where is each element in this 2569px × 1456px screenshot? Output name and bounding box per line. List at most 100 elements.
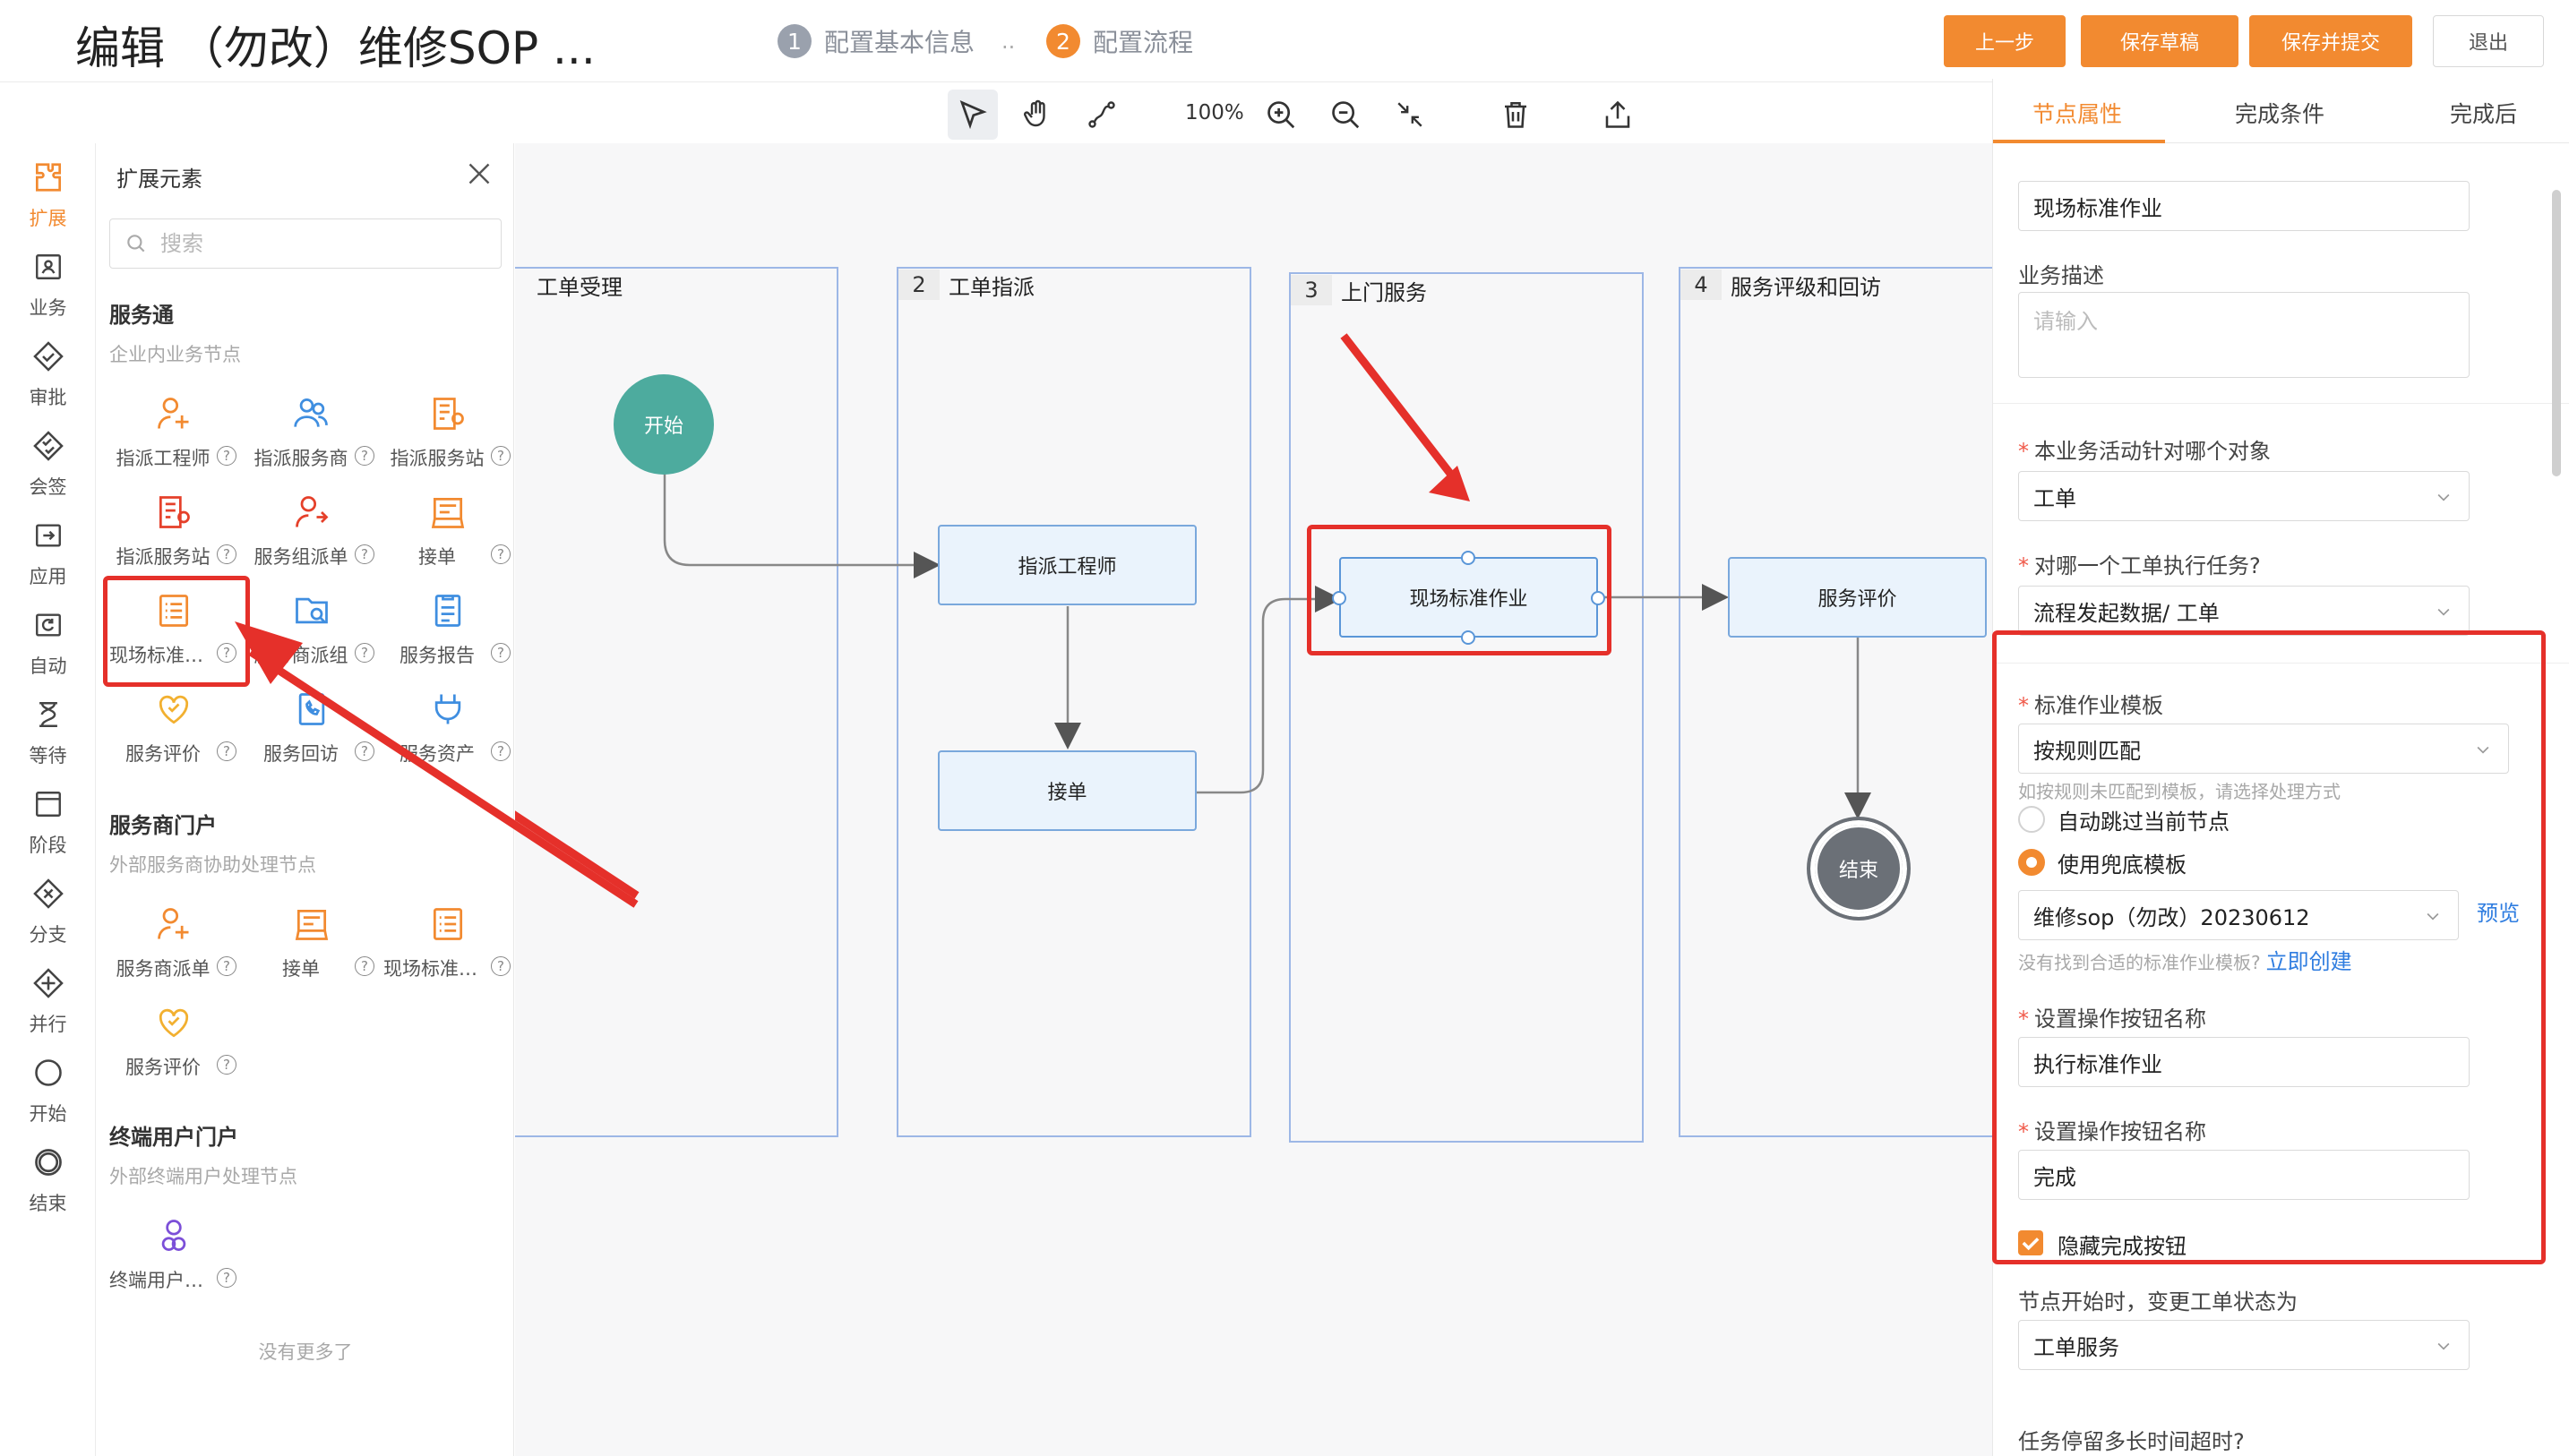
tab-after-completion[interactable]: 完成后	[2450, 97, 2517, 129]
rail-label: 开始	[29, 1103, 67, 1125]
help-icon[interactable]: ?	[217, 956, 236, 976]
rail-label: 阶段	[29, 835, 67, 856]
search-icon	[127, 235, 145, 253]
save-draft-button[interactable]: 保存草稿	[2081, 15, 2238, 67]
fit-screen-button[interactable]	[1385, 90, 1435, 140]
rail-label: 结束	[29, 1193, 67, 1214]
chevron-down-icon	[2437, 608, 2450, 616]
rail-item-app[interactable]: 应用	[0, 512, 96, 593]
element-item[interactable]: 服务商派单 ?	[109, 901, 244, 990]
help-icon[interactable]: ?	[491, 446, 511, 466]
rail-item-approval[interactable]: 审批	[0, 333, 96, 414]
help-icon[interactable]: ?	[355, 446, 374, 466]
delete-button[interactable]	[1491, 90, 1541, 140]
prev-step-button[interactable]: 上一步	[1944, 15, 2066, 67]
step-1[interactable]: 1 配置基本信息	[778, 23, 975, 59]
rail-label: 扩展	[29, 208, 67, 229]
help-icon[interactable]: ?	[355, 956, 374, 976]
help-icon[interactable]: ?	[355, 544, 374, 564]
select-tool[interactable]	[948, 90, 998, 140]
provider-assign-icon	[294, 398, 328, 427]
rail-item-parallel[interactable]: 并行	[0, 960, 96, 1041]
element-label: 服务组派单	[253, 546, 348, 568]
node-name-input[interactable]: 现场标准作业	[2018, 181, 2470, 231]
flow-canvas[interactable]: 工单受理 2 工单指派 3 上门服务 4 服务评级和回访 开始 指派工程师 接单 现场…	[515, 143, 1992, 1456]
step-2-label: 配置流程	[1093, 28, 1194, 57]
desc-textarea[interactable]: 请输入	[2018, 292, 2470, 378]
rail-item-stage[interactable]: 阶段	[0, 781, 96, 861]
station-assign-icon	[159, 496, 190, 528]
hand-icon	[1024, 99, 1045, 127]
rail-item-end[interactable]: 结束	[0, 1139, 96, 1220]
connector-icon	[1088, 101, 1115, 128]
exit-button[interactable]: 退出	[2433, 15, 2544, 67]
evaluation-icon	[159, 1008, 189, 1038]
divider	[1993, 403, 2569, 404]
element-item[interactable]: 接单 ?	[383, 489, 518, 578]
element-item[interactable]: 接单 ?	[247, 901, 382, 990]
rail-item-auto[interactable]: 自动	[0, 602, 96, 682]
which-select[interactable]: 流程发起数据/ 工单	[2018, 586, 2470, 636]
element-item[interactable]: 服务评价 ?	[109, 999, 244, 1089]
element-item[interactable]: 指派服务商 ?	[247, 390, 382, 480]
save-submit-button[interactable]: 保存并提交	[2249, 15, 2412, 67]
rail-item-extend[interactable]: 扩展	[0, 154, 96, 235]
which-label-text: 对哪一个工单执行任务?	[2034, 553, 2261, 578]
element-label: 现场标准作业	[383, 958, 491, 980]
active-tab-indicator	[1993, 140, 2165, 143]
element-item[interactable]: 现场标准作业 ?	[383, 901, 518, 990]
help-icon[interactable]: ?	[217, 544, 236, 564]
zoom-out-icon	[1332, 101, 1360, 129]
element-item[interactable]: 指派工程师 ?	[109, 390, 244, 480]
rail-item-start[interactable]: 开始	[0, 1049, 96, 1130]
zoom-in-button[interactable]	[1256, 90, 1306, 140]
header-bar: 编辑 （勿改）维修SOP ... 1 配置基本信息 .. 2 配置流程 上一步 …	[0, 0, 2569, 82]
annotation-arrows	[515, 333, 1470, 899]
rail-label: 业务	[29, 297, 67, 319]
section-subtitle: 外部终端用户处理节点	[109, 1166, 297, 1187]
shrink-icon	[1397, 102, 1422, 127]
help-icon[interactable]: ?	[217, 446, 236, 466]
element-label: 服务评价	[125, 743, 201, 765]
hand-tool[interactable]	[1012, 90, 1062, 140]
connector-tool[interactable]	[1077, 90, 1127, 140]
element-label: 服务商派单	[116, 958, 211, 980]
help-icon[interactable]: ?	[491, 956, 511, 976]
element-item[interactable]: 指派服务站 ?	[383, 390, 518, 480]
status-select[interactable]: 工单服务	[2018, 1320, 2470, 1370]
element-item[interactable]: 终端用户评价 ?	[109, 1212, 244, 1302]
rail-item-business[interactable]: 业务	[0, 244, 96, 324]
element-label: 终端用户评价	[109, 1270, 217, 1291]
red-arrow-shaft	[248, 648, 639, 908]
step-2[interactable]: 2 配置流程	[1046, 23, 1193, 59]
step-1-number: 1	[778, 24, 812, 58]
rail-item-branch[interactable]: 分支	[0, 870, 96, 951]
rail-item-countersign[interactable]: 会签	[0, 423, 96, 503]
tab-completion-condition[interactable]: 完成条件	[2235, 97, 2324, 129]
rail-label: 自动	[29, 655, 67, 677]
zoom-out-button[interactable]	[1320, 90, 1370, 140]
no-more-text: 没有更多了	[258, 1341, 353, 1363]
target-select[interactable]: 工单	[2018, 471, 2470, 521]
auto-icon	[30, 607, 66, 643]
help-icon[interactable]: ?	[217, 1055, 236, 1075]
page-title: 编辑 （勿改）维修SOP ...	[75, 22, 596, 74]
search-input[interactable]	[160, 228, 483, 259]
rail-item-wait[interactable]: 等待	[0, 691, 96, 772]
section-title: 服务商门户	[109, 813, 217, 838]
business-icon	[30, 249, 66, 285]
scrollbar-thumb[interactable]	[2552, 190, 2561, 476]
close-panel-button[interactable]	[463, 158, 495, 190]
stage-icon	[30, 786, 66, 822]
zoom-level: 100%	[1185, 101, 1244, 124]
tab-node-properties[interactable]: 节点属性	[2032, 97, 2122, 129]
help-icon[interactable]: ?	[491, 544, 511, 564]
help-icon[interactable]: ?	[217, 1268, 236, 1288]
evaluation-icon	[159, 695, 189, 724]
element-item[interactable]: 指派服务站 ?	[109, 489, 244, 578]
element-category-rail: 扩展 业务 审批 会签 应用 自动 等待 阶段 分支 并行 开始 结束	[0, 143, 96, 1456]
step-1-label: 配置基本信息	[824, 28, 975, 57]
element-item[interactable]: 服务组派单 ?	[247, 489, 382, 578]
properties-panel: 节点属性 完成条件 完成后 现场标准作业 业务描述 请输入 * 本业务活动针对哪个…	[1992, 79, 2569, 1456]
export-button[interactable]	[1593, 90, 1643, 140]
